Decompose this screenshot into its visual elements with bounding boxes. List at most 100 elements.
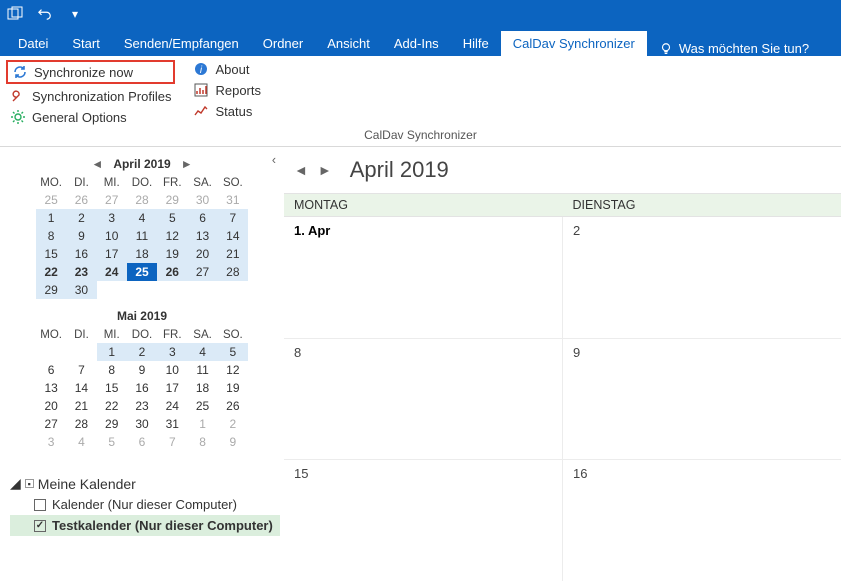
tab-datei[interactable]: Datei (6, 31, 60, 56)
mini-day-cell[interactable]: 7 (218, 209, 248, 227)
mini-day-cell[interactable]: 6 (36, 361, 66, 379)
mini-day-cell[interactable]: 8 (187, 433, 217, 451)
mini-cal-next-icon[interactable]: ► (177, 157, 197, 171)
tab-ansicht[interactable]: Ansicht (315, 31, 382, 56)
calendar-prev-icon[interactable]: ◄ (294, 162, 308, 178)
calendar-group-header[interactable]: ◢ ▪ Meine Kalender (10, 473, 280, 494)
status-button[interactable]: Status (189, 102, 265, 120)
calendar-folder-item[interactable]: Kalender (Nur dieser Computer) (10, 494, 280, 515)
mini-day-cell[interactable]: 26 (218, 397, 248, 415)
mini-day-cell[interactable]: 9 (66, 227, 96, 245)
mini-day-cell[interactable]: 1 (187, 415, 217, 433)
mini-day-cell[interactable]: 2 (218, 415, 248, 433)
mini-day-cell[interactable]: 5 (157, 209, 187, 227)
mini-day-cell[interactable]: 22 (36, 263, 66, 281)
mini-day-cell[interactable]: 29 (97, 415, 127, 433)
mini-day-cell[interactable]: 12 (157, 227, 187, 245)
mini-day-cell[interactable]: 23 (66, 263, 96, 281)
tab-senden-empfangen[interactable]: Senden/Empfangen (112, 31, 251, 56)
mini-day-cell[interactable]: 7 (66, 361, 96, 379)
synchronization-profiles-button[interactable]: Synchronization Profiles (6, 87, 175, 105)
mini-day-cell[interactable]: 6 (127, 433, 157, 451)
mini-day-cell[interactable]: 3 (36, 433, 66, 451)
group-checkbox[interactable]: ▪ (25, 479, 34, 488)
mini-day-cell[interactable]: 16 (127, 379, 157, 397)
mini-day-cell[interactable]: 17 (157, 379, 187, 397)
tab-hilfe[interactable]: Hilfe (451, 31, 501, 56)
mini-day-cell[interactable]: 14 (218, 227, 248, 245)
mini-day-cell[interactable]: 9 (218, 433, 248, 451)
app-icon[interactable] (4, 3, 26, 25)
tab-start[interactable]: Start (60, 31, 111, 56)
quick-access-dropdown[interactable]: ▾ (64, 3, 86, 25)
mini-day-cell[interactable]: 25 (36, 191, 66, 209)
mini-day-cell[interactable]: 31 (157, 415, 187, 433)
mini-day-cell[interactable]: 6 (187, 209, 217, 227)
mini-day-cell[interactable]: 8 (97, 361, 127, 379)
mini-day-cell[interactable]: 11 (127, 227, 157, 245)
mini-day-cell[interactable]: 28 (218, 263, 248, 281)
tell-me-search[interactable]: Was möchten Sie tun? (647, 41, 821, 56)
mini-day-cell[interactable]: 4 (187, 343, 217, 361)
mini-day-cell[interactable]: 22 (97, 397, 127, 415)
mini-day-cell[interactable]: 25 (187, 397, 217, 415)
mini-day-cell[interactable]: 4 (127, 209, 157, 227)
mini-day-cell[interactable]: 23 (127, 397, 157, 415)
mini-day-cell[interactable]: 28 (66, 415, 96, 433)
tab-addins[interactable]: Add-Ins (382, 31, 451, 56)
mini-day-cell[interactable]: 10 (97, 227, 127, 245)
reports-button[interactable]: Reports (189, 81, 265, 99)
mini-day-cell[interactable]: 24 (157, 397, 187, 415)
mini-day-cell[interactable]: 20 (36, 397, 66, 415)
mini-day-cell[interactable]: 3 (157, 343, 187, 361)
mini-day-cell[interactable]: 9 (127, 361, 157, 379)
mini-day-cell[interactable]: 1 (36, 209, 66, 227)
mini-day-cell[interactable]: 7 (157, 433, 187, 451)
day-cell[interactable]: 8 (284, 339, 563, 460)
mini-day-cell[interactable]: 29 (36, 281, 66, 299)
about-button[interactable]: i About (189, 60, 265, 78)
mini-day-cell[interactable]: 30 (187, 191, 217, 209)
mini-day-cell[interactable]: 10 (157, 361, 187, 379)
mini-day-cell[interactable]: 20 (187, 245, 217, 263)
mini-day-cell[interactable]: 4 (66, 433, 96, 451)
checkbox[interactable] (34, 499, 46, 511)
mini-day-cell[interactable]: 28 (127, 191, 157, 209)
mini-day-cell[interactable]: 3 (97, 209, 127, 227)
mini-day-cell[interactable]: 16 (66, 245, 96, 263)
mini-day-cell[interactable]: 5 (97, 433, 127, 451)
mini-day-cell[interactable]: 19 (157, 245, 187, 263)
collapse-nav-icon[interactable]: ‹ (272, 153, 276, 167)
mini-cal-prev-icon[interactable]: ◄ (87, 157, 107, 171)
day-cell[interactable]: 15 (284, 460, 563, 581)
tab-caldav-synchronizer[interactable]: CalDav Synchronizer (501, 31, 647, 56)
mini-day-cell[interactable]: 18 (127, 245, 157, 263)
mini-day-cell[interactable]: 14 (66, 379, 96, 397)
mini-day-cell[interactable]: 19 (218, 379, 248, 397)
mini-day-cell[interactable]: 18 (187, 379, 217, 397)
mini-day-cell[interactable]: 26 (157, 263, 187, 281)
mini-day-cell[interactable]: 8 (36, 227, 66, 245)
mini-day-cell[interactable]: 13 (187, 227, 217, 245)
general-options-button[interactable]: General Options (6, 108, 175, 126)
mini-day-cell[interactable]: 5 (218, 343, 248, 361)
mini-day-cell[interactable]: 15 (97, 379, 127, 397)
mini-day-cell[interactable]: 25 (127, 263, 157, 281)
day-cell[interactable]: 16 (563, 460, 841, 581)
mini-day-cell[interactable]: 27 (187, 263, 217, 281)
mini-day-cell[interactable]: 21 (66, 397, 96, 415)
mini-day-cell[interactable]: 30 (66, 281, 96, 299)
mini-day-cell[interactable]: 21 (218, 245, 248, 263)
mini-day-cell[interactable]: 24 (97, 263, 127, 281)
mini-day-cell[interactable]: 26 (66, 191, 96, 209)
mini-day-cell[interactable]: 11 (187, 361, 217, 379)
mini-day-cell[interactable]: 13 (36, 379, 66, 397)
day-cell[interactable]: 2 (563, 217, 841, 338)
mini-day-cell[interactable]: 1 (97, 343, 127, 361)
mini-day-cell[interactable]: 17 (97, 245, 127, 263)
mini-day-cell[interactable]: 30 (127, 415, 157, 433)
mini-day-cell[interactable]: 2 (66, 209, 96, 227)
checkbox[interactable]: ✓ (34, 520, 46, 532)
undo-icon[interactable] (34, 3, 56, 25)
mini-day-cell[interactable]: 27 (97, 191, 127, 209)
